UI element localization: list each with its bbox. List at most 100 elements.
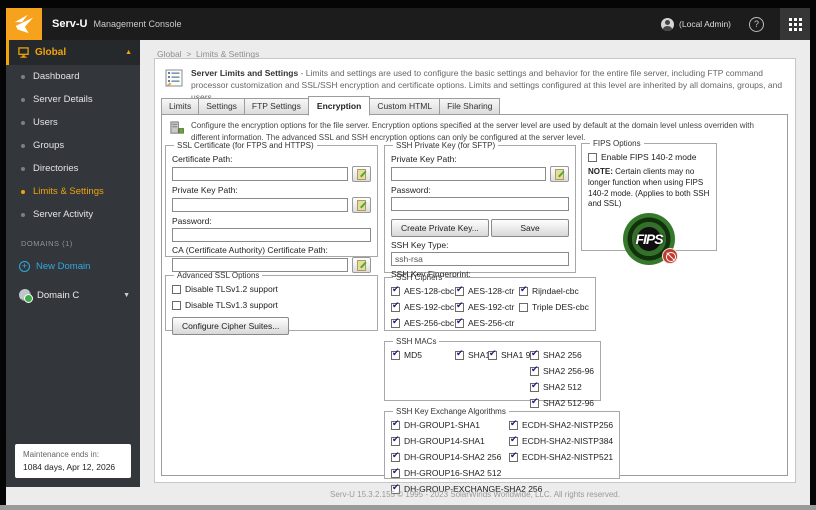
- ca-certificate-path-input[interactable]: [172, 258, 348, 272]
- ssh-private-key-path-input[interactable]: [391, 167, 546, 181]
- checkbox[interactable]: [530, 351, 539, 360]
- browse-ssh-key-button[interactable]: [550, 166, 569, 182]
- advanced-ssl-checkbox-group: Disable TLSv1.2 support Disable TLSv1.3 s…: [172, 281, 371, 313]
- checkbox[interactable]: [455, 287, 464, 296]
- checkbox-option[interactable]: Disable TLSv1.2 support: [172, 284, 278, 294]
- checkbox-option[interactable]: AES-128-cbc: [391, 286, 455, 296]
- checkbox[interactable]: [509, 421, 518, 430]
- apps-grid-button[interactable]: [780, 8, 810, 40]
- checkbox[interactable]: [455, 303, 464, 312]
- checkbox-option[interactable]: AES-192-ctr: [455, 302, 519, 312]
- checkbox[interactable]: [391, 351, 400, 360]
- configure-cipher-suites-button[interactable]: Configure Cipher Suites...: [172, 317, 289, 335]
- checkbox[interactable]: [530, 383, 539, 392]
- checkbox[interactable]: [488, 351, 497, 360]
- checkbox-option[interactable]: Rijndael-cbc: [519, 286, 589, 296]
- checkbox-option[interactable]: DH-GROUP16-SHA2 512: [391, 468, 509, 478]
- sidebar-item-server-activity[interactable]: Server Activity: [6, 203, 140, 226]
- checkbox-label: Enable FIPS 140-2 mode: [601, 152, 696, 162]
- checkbox-option[interactable]: DH-GROUP14-SHA1: [391, 436, 509, 446]
- checkbox-option[interactable]: AES-192-cbc: [391, 302, 455, 312]
- checkbox[interactable]: [391, 453, 400, 462]
- checkbox-option[interactable]: SHA2 256: [530, 350, 594, 360]
- sidebar-item-users[interactable]: Users: [6, 111, 140, 134]
- advanced-ssl-options-group: Advanced SSL Options Disable TLSv1.2 sup…: [165, 271, 378, 331]
- checkbox-option[interactable]: Enable FIPS 140-2 mode: [588, 152, 696, 162]
- tab-limits[interactable]: Limits: [161, 98, 198, 115]
- chevron-down-icon: ▼: [123, 292, 130, 299]
- checkbox[interactable]: [391, 303, 400, 312]
- create-private-key-button[interactable]: Create Private Key...: [391, 219, 489, 237]
- ssh-save-button[interactable]: Save: [491, 219, 569, 237]
- checkbox[interactable]: [391, 287, 400, 296]
- checkbox[interactable]: [530, 367, 539, 376]
- checkbox-option[interactable]: ECDH-SHA2-NISTP384: [509, 436, 613, 446]
- checkbox-option[interactable]: ECDH-SHA2-NISTP256: [509, 420, 613, 430]
- checkbox-option[interactable]: SHA2 256-96: [530, 366, 594, 376]
- browse-certificate-button[interactable]: [352, 166, 371, 182]
- checkbox-option[interactable]: AES-256-ctr: [455, 318, 519, 328]
- user-label: (Local Admin): [679, 19, 731, 29]
- certificate-path-input[interactable]: [172, 167, 348, 181]
- collapse-caret-icon: ▲: [125, 49, 132, 56]
- servu-logo[interactable]: [6, 8, 42, 40]
- checkbox[interactable]: [391, 319, 400, 328]
- checkbox[interactable]: [455, 319, 464, 328]
- checkbox[interactable]: [509, 437, 518, 446]
- user-icon: [661, 18, 674, 31]
- checkbox-option[interactable]: SHA2 512: [530, 382, 594, 392]
- bullet-icon: [21, 75, 25, 79]
- tab-file-sharing[interactable]: File Sharing: [439, 98, 500, 115]
- sidebar-item-label: Server Details: [33, 94, 93, 105]
- checkbox[interactable]: [391, 437, 400, 446]
- checkbox-option[interactable]: AES-128-ctr: [455, 286, 519, 296]
- user-menu[interactable]: (Local Admin): [661, 18, 731, 31]
- checkbox-option[interactable]: SHA1 96: [488, 350, 530, 360]
- file-browse-icon: [357, 260, 367, 271]
- sidebar-item-directories[interactable]: Directories: [6, 157, 140, 180]
- sidebar-item-dashboard[interactable]: Dashboard: [6, 65, 140, 88]
- checkbox-label: DH-GROUP1-SHA1: [404, 420, 480, 430]
- checkbox-option[interactable]: DH-GROUP14-SHA2 256: [391, 452, 509, 462]
- ssh-macs-checkbox-group: MD5SHA1SHA1 96SHA2 256 SHA2 256-96 SHA2 51…: [391, 347, 594, 411]
- checkbox-option[interactable]: Disable TLSv1.3 support: [172, 300, 278, 310]
- checkbox-option[interactable]: Triple DES-cbc: [519, 302, 589, 312]
- checkbox-option[interactable]: SHA1: [455, 350, 488, 360]
- checkbox[interactable]: [391, 421, 400, 430]
- tab-custom-html[interactable]: Custom HTML: [370, 98, 439, 115]
- checkbox[interactable]: [519, 287, 528, 296]
- help-button[interactable]: ?: [749, 17, 764, 32]
- ssl-private-key-path-input[interactable]: [172, 198, 348, 212]
- sidebar-item-server-details[interactable]: Server Details: [6, 88, 140, 111]
- app-body: Global ▲ Dashboard Server Details Users …: [6, 40, 810, 505]
- checkbox[interactable]: [172, 285, 181, 294]
- ssh-password-input[interactable]: [391, 197, 569, 211]
- checkbox-option[interactable]: AES-256-cbc: [391, 318, 455, 328]
- checkbox[interactable]: [588, 153, 597, 162]
- checkbox[interactable]: [509, 453, 518, 462]
- browse-private-key-button[interactable]: [352, 197, 371, 213]
- ssl-password-input[interactable]: [172, 228, 371, 242]
- checkbox[interactable]: [391, 469, 400, 478]
- sidebar-item-global[interactable]: Global ▲: [6, 40, 140, 65]
- sidebar-item-groups[interactable]: Groups: [6, 134, 140, 157]
- sidebar-item-limits-settings[interactable]: Limits & Settings: [6, 180, 140, 203]
- bullet-icon: [21, 213, 25, 217]
- tab-settings[interactable]: Settings: [198, 98, 244, 115]
- checkbox-option[interactable]: ECDH-SHA2-NISTP521: [509, 452, 613, 462]
- tab-ftp-settings[interactable]: FTP Settings: [244, 98, 308, 115]
- checkbox[interactable]: [455, 351, 464, 360]
- fips-options-group: FIPS Options Enable FIPS 140-2 mode NOTE…: [581, 139, 717, 251]
- new-domain-button[interactable]: + New Domain: [6, 252, 140, 281]
- bullet-icon: [21, 167, 25, 171]
- grid-icon: [789, 18, 802, 31]
- checkbox[interactable]: [172, 301, 181, 310]
- tab-encryption[interactable]: Encryption: [308, 96, 370, 116]
- maintenance-line1: Maintenance ends in:: [23, 450, 123, 459]
- sidebar-item-domain-c[interactable]: Domain C ▼: [6, 281, 140, 309]
- checkbox[interactable]: [519, 303, 528, 312]
- sidebar-item-label: Users: [33, 117, 58, 128]
- checkbox-option[interactable]: DH-GROUP1-SHA1: [391, 420, 509, 430]
- checkbox-option[interactable]: MD5: [391, 350, 455, 360]
- private-key-path-label: Private Key Path:: [172, 185, 371, 195]
